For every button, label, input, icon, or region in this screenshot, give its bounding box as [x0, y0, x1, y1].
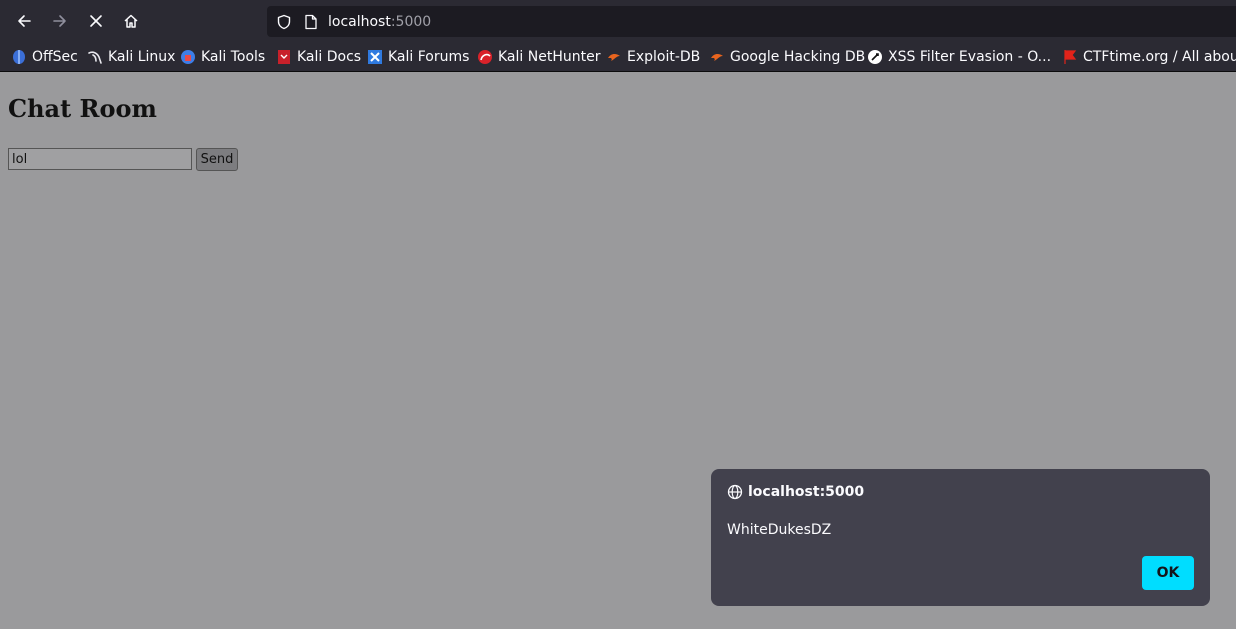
kali-tools-icon — [180, 49, 196, 65]
dialog-header: localhost:5000 — [727, 484, 864, 500]
bookmark-label: CTFtime.org / All abou... — [1083, 48, 1236, 65]
browser-toolbar: localhost:5000 — [0, 0, 1236, 42]
bookmark-label: Kali Tools — [201, 48, 266, 65]
back-arrow-icon — [18, 15, 31, 27]
dialog-origin: localhost:5000 — [748, 484, 865, 500]
stop-button[interactable] — [81, 6, 111, 36]
bookmark-label: Exploit-DB — [627, 48, 701, 65]
bookmark-label: Kali Linux — [108, 48, 176, 65]
bookmark-offsec[interactable]: OffSec — [11, 42, 78, 71]
bookmark-kali-tools[interactable]: Kali Tools — [180, 42, 265, 71]
nethunter-icon — [477, 49, 493, 65]
kali-forums-icon — [367, 49, 383, 65]
address-bar[interactable]: localhost:5000 — [267, 6, 1236, 37]
exploit-db-icon — [606, 49, 622, 65]
dialog-message: WhiteDukesDZ — [727, 522, 832, 538]
kali-docs-icon — [276, 49, 292, 65]
bookmark-kali-nethunter[interactable]: Kali NetHunter — [477, 42, 600, 71]
message-input[interactable] — [8, 148, 192, 170]
forward-button[interactable] — [45, 6, 75, 36]
shield-icon[interactable] — [276, 14, 292, 30]
bookmark-label: Kali NetHunter — [498, 48, 601, 65]
forward-arrow-icon — [53, 15, 66, 27]
bookmark-google-hacking-db[interactable]: Google Hacking DB — [709, 42, 865, 71]
bookmarks-toolbar: OffSec Kali Linux Kali Tools Kali Docs K… — [0, 42, 1236, 72]
ghdb-icon — [709, 49, 725, 65]
bookmark-label: Kali Forums — [388, 48, 470, 65]
home-button[interactable] — [116, 6, 146, 36]
page-icon — [305, 14, 317, 29]
globe-icon — [727, 484, 743, 500]
bookmark-kali-linux[interactable]: Kali Linux — [87, 42, 175, 71]
bookmark-label: Kali Docs — [297, 48, 362, 65]
bookmark-label: OffSec — [32, 48, 78, 65]
owasp-icon — [867, 49, 883, 65]
bookmark-label: XSS Filter Evasion - O... — [888, 48, 1052, 65]
home-icon — [124, 14, 138, 28]
bookmark-label: Google Hacking DB — [730, 48, 866, 65]
alert-dialog: localhost:5000 WhiteDukesDZ OK — [711, 469, 1210, 606]
ok-button[interactable]: OK — [1142, 556, 1194, 590]
page-title: Chat Room — [8, 94, 157, 123]
send-button[interactable]: Send — [196, 148, 238, 171]
close-icon — [90, 15, 102, 27]
bookmark-kali-forums[interactable]: Kali Forums — [367, 42, 469, 71]
offsec-icon — [11, 49, 27, 65]
bookmark-ctftime[interactable]: CTFtime.org / All abou... — [1062, 42, 1236, 71]
back-button[interactable] — [9, 6, 39, 36]
bookmark-exploit-db[interactable]: Exploit-DB — [606, 42, 700, 71]
bookmark-kali-docs[interactable]: Kali Docs — [276, 42, 361, 71]
url-port: :5000 — [390, 13, 432, 30]
url-host: localhost — [328, 13, 391, 30]
url-text[interactable]: localhost:5000 — [328, 14, 431, 30]
bookmark-xss-filter-evasion[interactable]: XSS Filter Evasion - O... — [867, 42, 1051, 71]
ctftime-icon — [1062, 49, 1078, 65]
kali-dragon-icon — [87, 49, 103, 65]
